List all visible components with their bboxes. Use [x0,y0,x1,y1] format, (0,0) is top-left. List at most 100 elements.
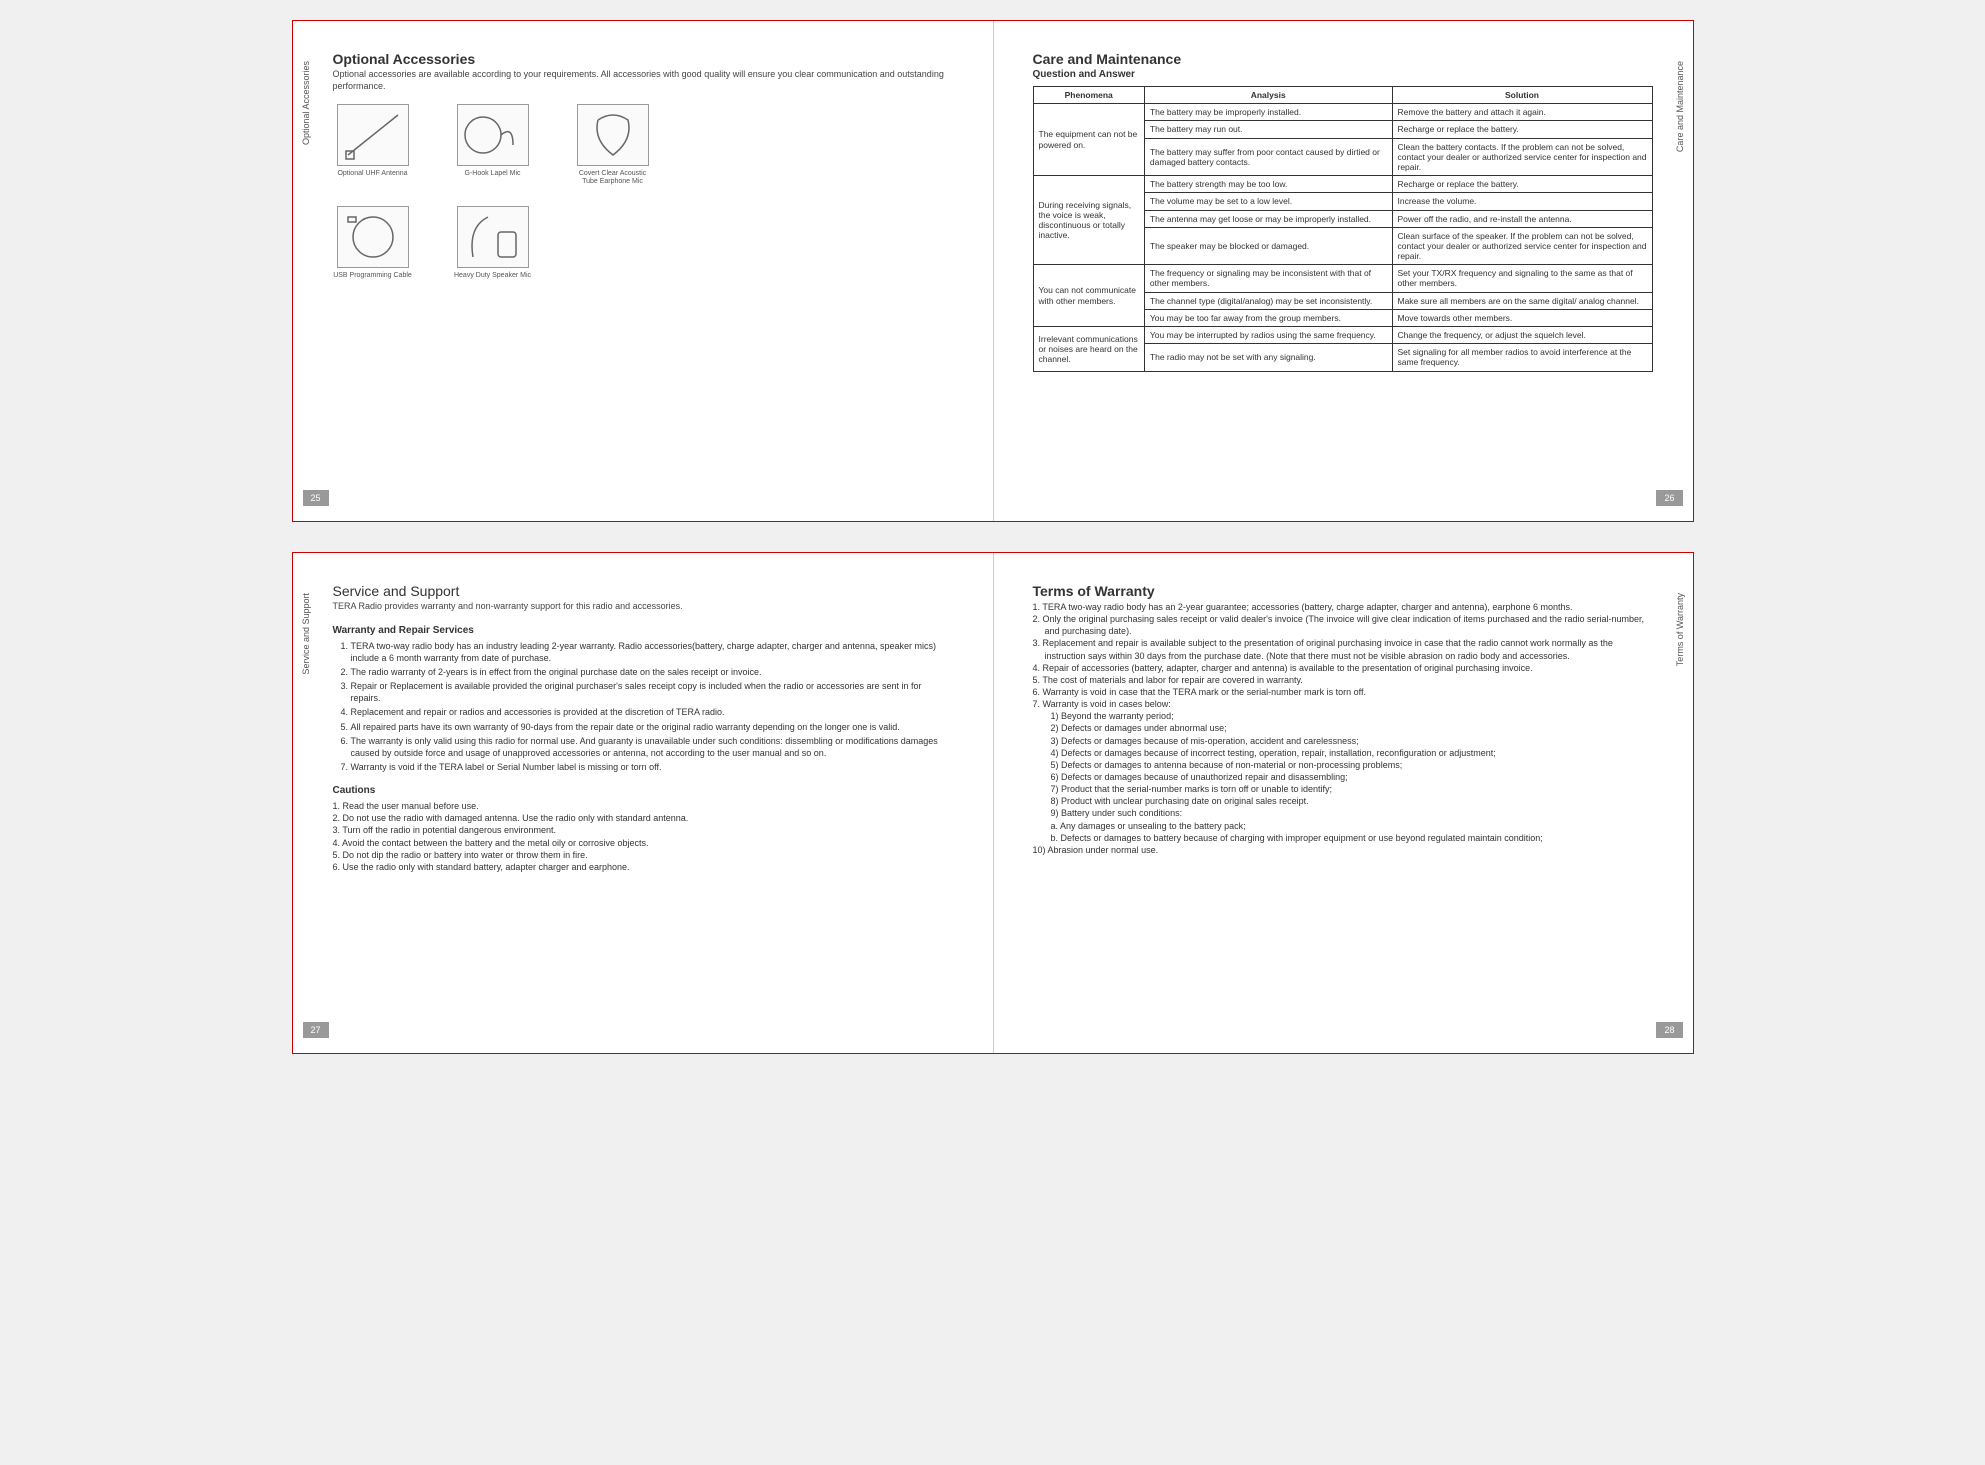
cell-analysis: The battery may be improperly installed. [1144,104,1392,121]
th-analysis: Analysis [1144,87,1392,104]
th-phenomena: Phenomena [1033,87,1144,104]
cell-solution: Change the frequency, or adjust the sque… [1392,327,1652,344]
cell-solution: Clean surface of the speaker. If the pro… [1392,227,1652,265]
accessory-image-speaker [457,206,529,268]
list-item: Repair or Replacement is available provi… [351,680,953,704]
accessory-image-covert [577,104,649,166]
accessory-label: Covert Clear Acoustic Tube Earphone Mic [573,170,653,185]
list-item: 1. Read the user manual before use. [333,800,953,812]
accessory-item: Covert Clear Acoustic Tube Earphone Mic [573,104,653,185]
list-item: 7) Product that the serial-number marks … [1033,783,1653,795]
cell-analysis: The battery may suffer from poor contact… [1144,138,1392,176]
page-25: Optional Accessories Optional Accessorie… [293,21,993,521]
accessory-item: USB Programming Cable [333,206,413,280]
cell-analysis: The volume may be set to a low level. [1144,193,1392,210]
heading-terms-warranty: Terms of Warranty [1033,583,1653,599]
page-number: 27 [303,1022,329,1038]
terms-list: 1. TERA two-way radio body has an 2-year… [1033,601,1653,856]
list-item: Warranty is void if the TERA label or Se… [351,761,953,773]
list-item: 10) Abrasion under normal use. [1033,844,1653,856]
spread-2: Service and Support Service and Support … [292,552,1694,1054]
sidetab-service-support: Service and Support [301,593,311,675]
list-item: 1. TERA two-way radio body has an 2-year… [1033,601,1653,613]
list-item: 1) Beyond the warranty period; [1033,710,1653,722]
list-item: 2. Do not use the radio with damaged ant… [333,812,953,824]
list-item: The warranty is only valid using this ra… [351,735,953,759]
cell-phenomena: During receiving signals, the voice is w… [1033,176,1144,265]
page-27: Service and Support Service and Support … [293,553,993,1053]
sidetab-terms-warranty: Terms of Warranty [1675,593,1685,666]
cell-solution: Set signaling for all member radios to a… [1392,344,1652,371]
cell-solution: Increase the volume. [1392,193,1652,210]
cell-phenomena: You can not communicate with other membe… [1033,265,1144,327]
page-number: 25 [303,490,329,506]
cell-analysis: The antenna may get loose or may be impr… [1144,210,1392,227]
accessory-image-antenna [337,104,409,166]
accessory-label: Heavy Duty Speaker Mic [453,272,533,280]
subhead-cautions: Cautions [333,785,953,796]
page-number: 26 [1656,490,1682,506]
table-row: The equipment can not be powered on.The … [1033,104,1652,121]
list-item: 6. Warranty is void in case that the TER… [1033,686,1653,698]
cell-solution: Set your TX/RX frequency and signaling t… [1392,265,1652,292]
list-item: 7. Warranty is void in cases below: [1033,698,1653,710]
list-item: b. Defects or damages to battery because… [1033,832,1653,844]
list-item: TERA two-way radio body has an industry … [351,640,953,664]
cell-solution: Remove the battery and attach it again. [1392,104,1652,121]
cell-solution: Recharge or replace the battery. [1392,121,1652,138]
cell-analysis: The battery strength may be too low. [1144,176,1392,193]
list-item: 3. Replacement and repair is available s… [1033,637,1653,661]
accessory-image-ghook [457,104,529,166]
cell-analysis: The frequency or signaling may be incons… [1144,265,1392,292]
qa-table: Phenomena Analysis Solution The equipmen… [1033,86,1653,372]
cell-analysis: You may be too far away from the group m… [1144,309,1392,326]
list-item: The radio warranty of 2-years is in effe… [351,666,953,678]
accessory-item: Heavy Duty Speaker Mic [453,206,533,280]
accessory-label: G-Hook Lapel Mic [453,170,533,178]
accessory-label: USB Programming Cable [333,272,413,280]
list-item: 5) Defects or damages to antenna because… [1033,759,1653,771]
cell-solution: Move towards other members. [1392,309,1652,326]
accessory-item: Optional UHF Antenna [333,104,413,185]
intro-optional-accessories: Optional accessories are available accor… [333,69,953,92]
intro-service-support: TERA Radio provides warranty and non-war… [333,601,953,613]
heading-optional-accessories: Optional Accessories [333,51,953,67]
cell-solution: Power off the radio, and re-install the … [1392,210,1652,227]
list-item: 6) Defects or damages because of unautho… [1033,771,1653,783]
heading-service-support: Service and Support [333,583,953,599]
cell-analysis: You may be interrupted by radios using t… [1144,327,1392,344]
cell-analysis: The battery may run out. [1144,121,1392,138]
sidetab-care-maintenance: Care and Maintenance [1675,61,1685,152]
accessory-image-usb [337,206,409,268]
list-item: 8) Product with unclear purchasing date … [1033,795,1653,807]
cell-solution: Recharge or replace the battery. [1392,176,1652,193]
list-item: a. Any damages or unsealing to the batte… [1033,820,1653,832]
page-number: 28 [1656,1022,1682,1038]
accessory-grid: Optional UHF Antenna G-Hook Lapel Mic Co… [333,104,953,279]
cell-analysis: The channel type (digital/analog) may be… [1144,292,1392,309]
list-item: Replacement and repair or radios and acc… [351,706,953,718]
list-item: 2) Defects or damages under abnormal use… [1033,722,1653,734]
sidetab-optional-accessories: Optional Accessories [301,61,311,145]
list-item: 3. Turn off the radio in potential dange… [333,824,953,836]
list-item: 9) Battery under such conditions: [1033,807,1653,819]
warranty-repair-list: TERA two-way radio body has an industry … [333,640,953,773]
cautions-list: 1. Read the user manual before use.2. Do… [333,800,953,873]
page-26: Care and Maintenance Care and Maintenanc… [993,21,1693,521]
subheading-qa: Question and Answer [1033,69,1653,80]
heading-care-maintenance: Care and Maintenance [1033,51,1653,67]
list-item: 2. Only the original purchasing sales re… [1033,613,1653,637]
accessory-item: G-Hook Lapel Mic [453,104,533,185]
spread-1: Optional Accessories Optional Accessorie… [292,20,1694,522]
table-row: During receiving signals, the voice is w… [1033,176,1652,193]
list-item: 6. Use the radio only with standard batt… [333,861,953,873]
list-item: 5. The cost of materials and labor for r… [1033,674,1653,686]
th-solution: Solution [1392,87,1652,104]
table-row: You can not communicate with other membe… [1033,265,1652,292]
cell-solution: Clean the battery contacts. If the probl… [1392,138,1652,176]
list-item: 4) Defects or damages because of incorre… [1033,747,1653,759]
cell-phenomena: The equipment can not be powered on. [1033,104,1144,176]
page-28: Terms of Warranty Terms of Warranty 1. T… [993,553,1693,1053]
list-item: 5. Do not dip the radio or battery into … [333,849,953,861]
list-item: All repaired parts have its own warranty… [351,721,953,733]
